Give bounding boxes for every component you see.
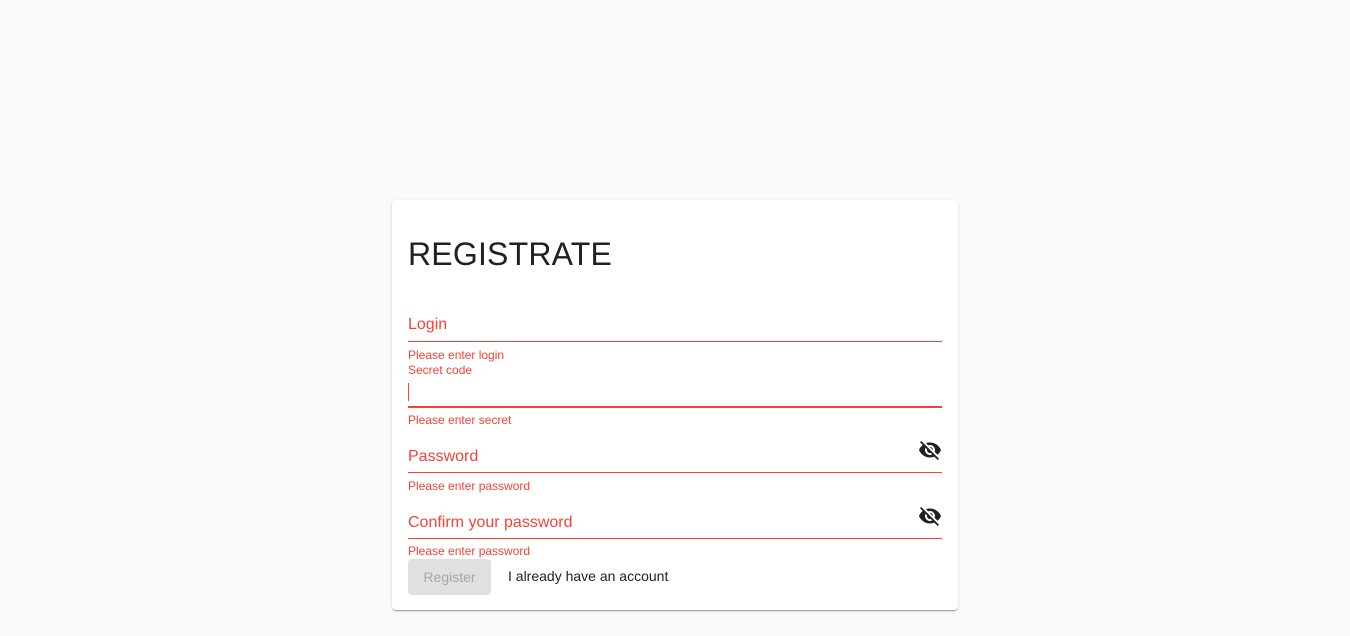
- login-input[interactable]: [408, 316, 908, 336]
- eye-off-icon[interactable]: [918, 438, 942, 462]
- have-account-link[interactable]: I already have an account: [508, 568, 668, 584]
- register-card: REGISTRATE Login Please enter login Secr…: [392, 200, 958, 610]
- login-underline: [408, 341, 942, 342]
- password-underline: [408, 472, 942, 473]
- confirm-password-input[interactable]: [408, 514, 908, 534]
- password-input[interactable]: [408, 448, 908, 468]
- text-cursor: [408, 383, 409, 401]
- secret-code-input[interactable]: [408, 383, 908, 403]
- confirm-password-error: Please enter password: [408, 544, 531, 558]
- password-error: Please enter password: [408, 479, 531, 493]
- confirm-password-field[interactable]: Confirm your password Please enter passw…: [408, 504, 942, 564]
- eye-off-icon[interactable]: [918, 504, 942, 528]
- secret-code-label: Secret code: [408, 363, 473, 377]
- page-title: REGISTRATE: [408, 236, 613, 272]
- secret-code-error: Please enter secret: [408, 413, 512, 427]
- password-field[interactable]: Password Please enter password: [408, 438, 942, 498]
- secret-code-underline: [408, 406, 942, 408]
- register-button[interactable]: Register: [408, 559, 491, 595]
- login-error: Please enter login: [408, 348, 505, 362]
- confirm-password-underline: [408, 538, 942, 539]
- login-field[interactable]: Login Please enter login: [408, 310, 942, 370]
- secret-code-field[interactable]: Secret code Please enter secret: [408, 363, 942, 429]
